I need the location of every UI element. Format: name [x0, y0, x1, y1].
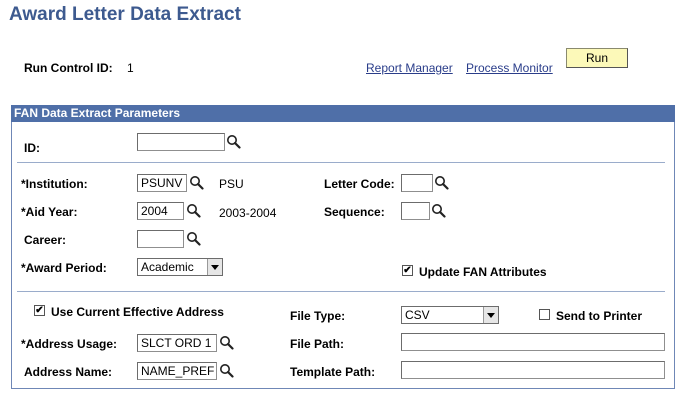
chevron-down-icon[interactable]	[483, 307, 498, 323]
run-button[interactable]: Run	[566, 48, 628, 68]
address-usage-input[interactable]: SLCT ORD 1	[137, 334, 217, 352]
institution-label: *Institution:	[21, 177, 88, 191]
address-name-input[interactable]: NAME_PREF	[137, 362, 217, 380]
section-divider-2	[17, 291, 665, 292]
page-title: Award Letter Data Extract	[9, 4, 241, 25]
id-label: ID:	[24, 141, 40, 155]
update-fan-checkbox[interactable]: ✔	[402, 265, 413, 276]
letter-code-label: Letter Code:	[324, 177, 395, 191]
run-control-value: 1	[127, 61, 134, 75]
file-path-input[interactable]	[401, 333, 665, 351]
template-path-input[interactable]	[401, 361, 665, 379]
id-lookup-icon[interactable]	[226, 134, 241, 149]
address-name-label: Address Name:	[24, 365, 113, 379]
sequence-label: Sequence:	[324, 205, 385, 219]
address-name-lookup-icon[interactable]	[219, 363, 234, 378]
institution-lookup-icon[interactable]	[189, 175, 204, 190]
aid-year-lookup-icon[interactable]	[186, 203, 201, 218]
use-current-address-label: Use Current Effective Address	[51, 305, 224, 319]
file-type-value: CSV	[405, 308, 430, 322]
id-input[interactable]	[137, 133, 225, 151]
letter-code-input[interactable]	[401, 174, 433, 192]
institution-input[interactable]: PSUNV	[137, 174, 187, 192]
run-control-label: Run Control ID:	[24, 61, 113, 75]
process-monitor-link[interactable]: Process Monitor	[466, 61, 553, 75]
address-usage-label: *Address Usage:	[21, 337, 118, 351]
career-input[interactable]	[137, 230, 184, 248]
aid-year-description: 2003-2004	[219, 206, 277, 220]
letter-code-lookup-icon[interactable]	[434, 175, 449, 190]
sequence-lookup-icon[interactable]	[431, 203, 446, 218]
chevron-down-icon[interactable]	[207, 259, 222, 275]
career-label: Career:	[24, 233, 67, 247]
institution-description: PSU	[219, 177, 244, 191]
send-to-printer-checkbox[interactable]	[539, 309, 550, 320]
award-period-select[interactable]: Academic	[137, 258, 223, 276]
file-type-label: File Type:	[290, 309, 346, 323]
report-manager-link[interactable]: Report Manager	[366, 61, 453, 75]
section-divider	[17, 162, 665, 163]
award-period-label: *Award Period:	[21, 261, 107, 275]
file-type-select[interactable]: CSV	[401, 306, 499, 324]
use-current-address-checkbox[interactable]: ✔	[34, 305, 45, 316]
send-to-printer-label: Send to Printer	[556, 309, 643, 323]
template-path-label: Template Path:	[290, 365, 376, 379]
update-fan-label: Update FAN Attributes	[419, 265, 547, 279]
sequence-input[interactable]	[401, 202, 430, 220]
career-lookup-icon[interactable]	[186, 231, 201, 246]
award-period-value: Academic	[141, 260, 194, 274]
file-path-label: File Path:	[290, 337, 345, 351]
panel-header: FAN Data Extract Parameters	[11, 105, 675, 122]
aid-year-label: *Aid Year:	[21, 205, 78, 219]
address-usage-lookup-icon[interactable]	[219, 335, 234, 350]
aid-year-input[interactable]: 2004	[137, 202, 184, 220]
